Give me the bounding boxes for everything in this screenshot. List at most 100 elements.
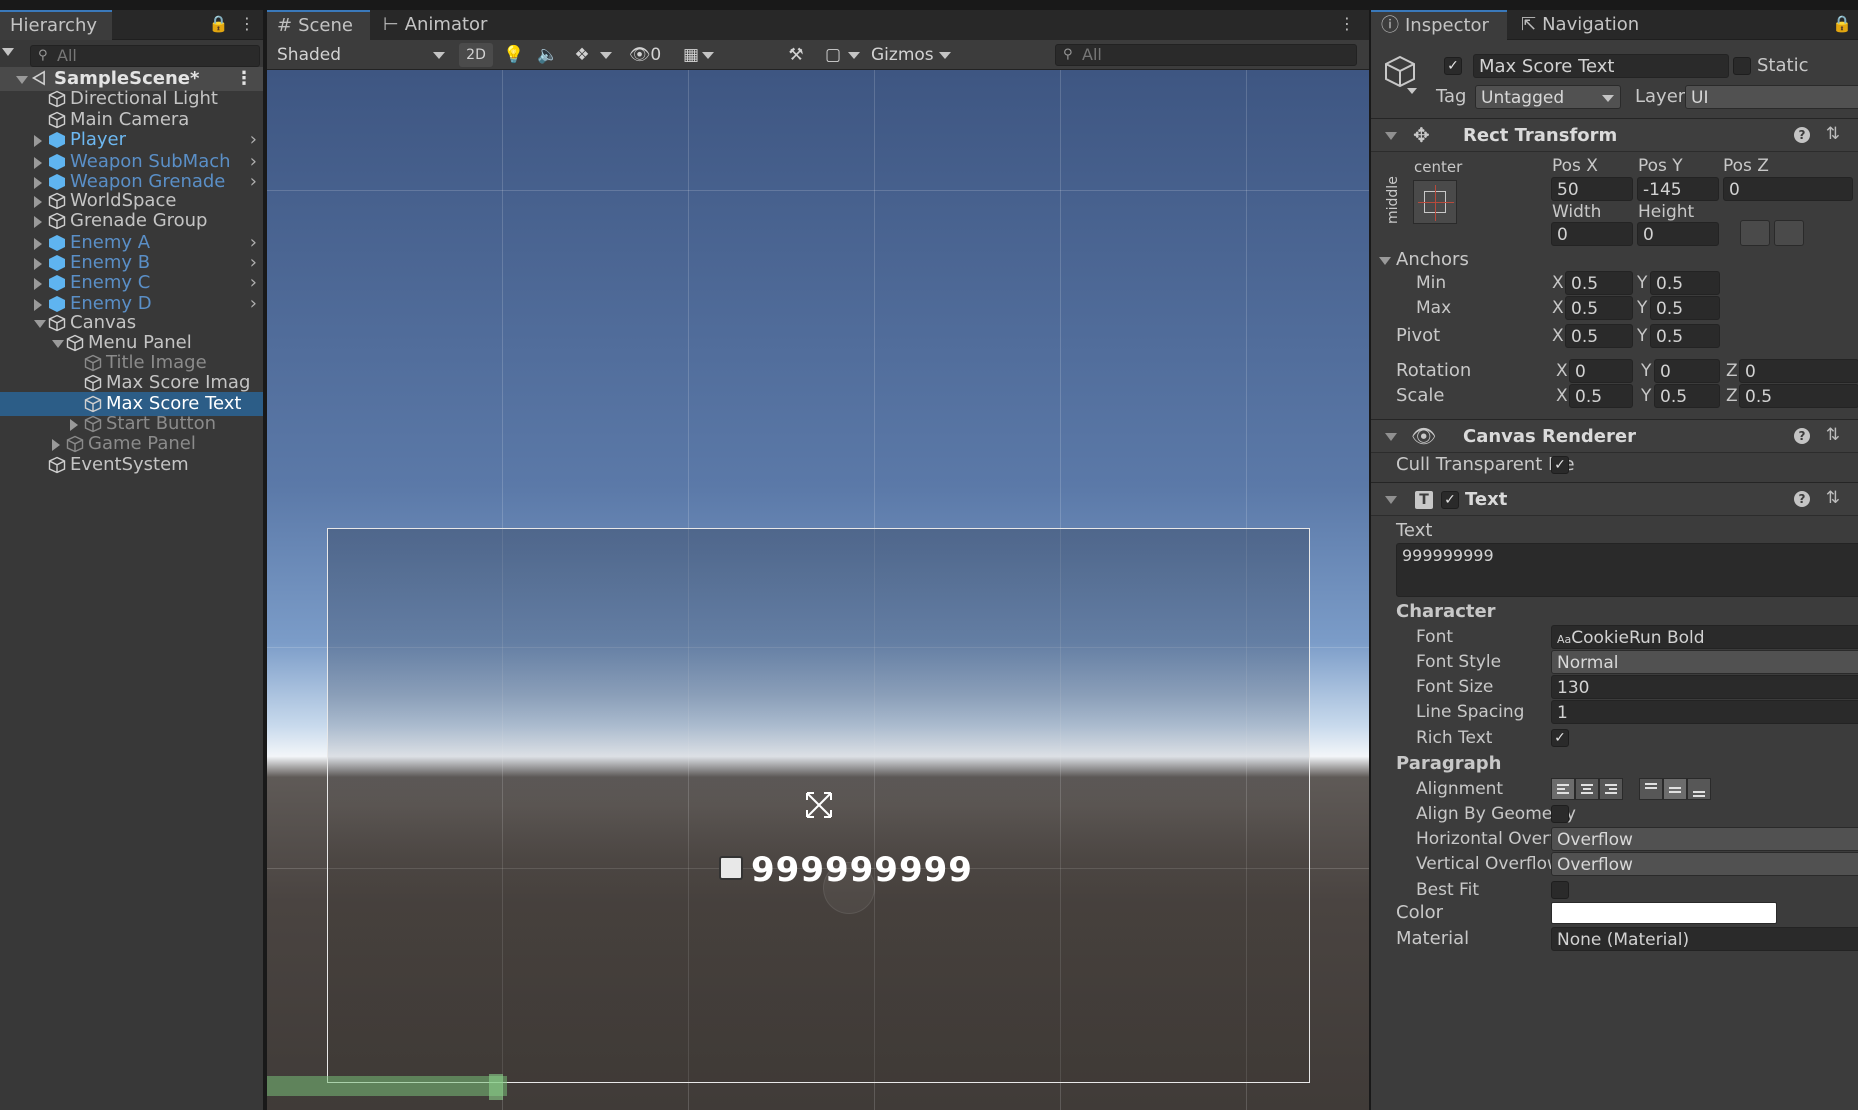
grid-dropdown[interactable] bbox=[699, 43, 717, 67]
foldout-arrow-icon[interactable] bbox=[34, 196, 42, 208]
foldout-arrow-icon[interactable] bbox=[70, 419, 78, 431]
width-field[interactable]: 0 bbox=[1551, 222, 1633, 246]
foldout-arrow-icon[interactable] bbox=[34, 320, 46, 328]
pos-y-field[interactable]: -145 bbox=[1637, 177, 1719, 201]
tab-hierarchy[interactable]: Hierarchy bbox=[0, 10, 112, 40]
best-fit-checkbox[interactable] bbox=[1551, 881, 1569, 899]
component-settings-icon[interactable]: ⇅ bbox=[1826, 124, 1840, 144]
rotation-z-field[interactable]: 0 bbox=[1739, 359, 1858, 383]
align-center-button[interactable] bbox=[1575, 778, 1599, 800]
anchor-max-x-field[interactable]: 0.5 bbox=[1565, 296, 1633, 320]
font-object-field[interactable]: AaCookieRun Bold bbox=[1551, 625, 1858, 649]
hidden-objects-toggle[interactable]: 👁0 bbox=[619, 43, 671, 67]
hierarchy-item[interactable]: EventSystem bbox=[0, 453, 263, 477]
foldout-arrow-icon[interactable] bbox=[34, 177, 42, 189]
shading-mode-dropdown[interactable]: Shaded bbox=[273, 43, 453, 67]
audio-toggle-icon[interactable]: 🔈 bbox=[533, 43, 563, 67]
foldout-arrow-icon[interactable] bbox=[34, 157, 42, 169]
tab-navigation[interactable]: ⇱ Navigation bbox=[1511, 10, 1651, 40]
tab-scene[interactable]: # Scene bbox=[267, 10, 370, 40]
h-overflow-dropdown[interactable]: Overflow bbox=[1551, 827, 1858, 851]
help-icon[interactable]: ? bbox=[1794, 428, 1810, 444]
scale-x-field[interactable]: 0.5 bbox=[1569, 384, 1633, 408]
hierarchy-item[interactable]: Player › bbox=[0, 128, 263, 152]
rotation-x-field[interactable]: 0 bbox=[1569, 359, 1633, 383]
foldout-arrow-icon[interactable] bbox=[1385, 433, 1397, 441]
foldout-arrow-icon[interactable] bbox=[34, 258, 42, 270]
font-size-field[interactable]: 130 bbox=[1551, 675, 1858, 699]
component-settings-icon[interactable]: ⇅ bbox=[1826, 488, 1840, 508]
static-checkbox[interactable] bbox=[1733, 57, 1751, 75]
pos-z-field[interactable]: 0 bbox=[1723, 177, 1853, 201]
create-dropdown-icon[interactable] bbox=[2, 48, 14, 56]
foldout-arrow-icon[interactable] bbox=[16, 76, 28, 84]
foldout-arrow-icon[interactable] bbox=[52, 340, 64, 348]
foldout-arrow-icon[interactable] bbox=[34, 135, 42, 147]
canvas-renderer-header[interactable]: 👁 Canvas Renderer ? ⇅ bbox=[1371, 419, 1858, 453]
object-name-field[interactable]: Max Score Text bbox=[1473, 54, 1729, 78]
foldout-arrow-icon[interactable] bbox=[34, 216, 42, 228]
anchor-min-y-field[interactable]: 0.5 bbox=[1650, 271, 1720, 295]
scale-y-field[interactable]: 0.5 bbox=[1654, 384, 1720, 408]
rotation-y-field[interactable]: 0 bbox=[1654, 359, 1720, 383]
tools-icon[interactable]: ⚒ bbox=[781, 43, 811, 67]
align-geometry-checkbox[interactable] bbox=[1551, 805, 1569, 823]
camera-icon[interactable]: ▢ bbox=[819, 43, 847, 67]
foldout-arrow-icon[interactable] bbox=[52, 439, 60, 451]
scene-search-input[interactable]: ⚲ All bbox=[1055, 44, 1357, 66]
pivot-y-field[interactable]: 0.5 bbox=[1650, 324, 1720, 348]
scene-more-options-icon[interactable]: ⋮ bbox=[1339, 14, 1355, 33]
scene-scrollbar-track[interactable] bbox=[267, 1076, 507, 1096]
text-component-header[interactable]: T ✓ Text ? ⇅ bbox=[1371, 482, 1858, 516]
align-right-button[interactable] bbox=[1599, 778, 1623, 800]
anchor-gizmo-icon[interactable] bbox=[801, 787, 837, 823]
font-style-dropdown[interactable]: Normal bbox=[1551, 650, 1858, 674]
pivot-x-field[interactable]: 0.5 bbox=[1565, 324, 1633, 348]
pos-x-field[interactable]: 50 bbox=[1551, 177, 1633, 201]
hierarchy-item[interactable]: Grenade Group bbox=[0, 209, 263, 233]
scene-scrollbar-handle[interactable] bbox=[489, 1074, 503, 1100]
effects-toggle-icon[interactable]: ❖ bbox=[567, 43, 597, 67]
scale-z-field[interactable]: 0.5 bbox=[1739, 384, 1858, 408]
component-settings-icon[interactable]: ⇅ bbox=[1826, 425, 1840, 445]
foldout-arrow-icon[interactable] bbox=[34, 299, 42, 311]
foldout-arrow-icon[interactable] bbox=[1385, 496, 1397, 504]
toggle-2d-button[interactable]: 2D bbox=[459, 43, 493, 67]
align-top-button[interactable] bbox=[1639, 778, 1663, 800]
inspector-lock-icon[interactable]: 🔒 bbox=[1832, 14, 1852, 33]
gizmos-dropdown[interactable]: Gizmos bbox=[867, 43, 957, 67]
color-field[interactable] bbox=[1551, 902, 1777, 924]
v-overflow-dropdown[interactable]: Overflow bbox=[1551, 852, 1858, 876]
hierarchy-search-input[interactable]: ⚲ All bbox=[30, 45, 260, 67]
anchor-min-x-field[interactable]: 0.5 bbox=[1565, 271, 1633, 295]
help-icon[interactable]: ? bbox=[1794, 491, 1810, 507]
effects-dropdown[interactable] bbox=[597, 43, 615, 67]
help-icon[interactable]: ? bbox=[1794, 127, 1810, 143]
raw-edit-button[interactable] bbox=[1774, 220, 1804, 246]
max-score-image[interactable] bbox=[719, 856, 743, 880]
tab-animator[interactable]: ⊢ Animator bbox=[373, 10, 499, 40]
anchors-foldout-icon[interactable] bbox=[1379, 257, 1391, 265]
blueprint-mode-button[interactable] bbox=[1740, 220, 1770, 246]
anchor-presets-button[interactable] bbox=[1413, 180, 1457, 224]
active-checkbox[interactable]: ✓ bbox=[1444, 57, 1462, 75]
more-options-icon[interactable]: ⋮ bbox=[239, 14, 255, 33]
height-field[interactable]: 0 bbox=[1637, 222, 1719, 246]
align-bottom-button[interactable] bbox=[1687, 778, 1711, 800]
text-enabled-checkbox[interactable]: ✓ bbox=[1441, 491, 1459, 509]
lock-icon[interactable]: 🔒 bbox=[209, 14, 229, 33]
text-content-area[interactable]: 999999999 bbox=[1396, 543, 1858, 597]
max-score-text-preview[interactable]: 999999999 bbox=[751, 850, 973, 890]
align-middle-button[interactable] bbox=[1663, 778, 1687, 800]
line-spacing-field[interactable]: 1 bbox=[1551, 700, 1858, 724]
rich-text-checkbox[interactable]: ✓ bbox=[1551, 729, 1569, 747]
align-left-button[interactable] bbox=[1551, 778, 1575, 800]
foldout-arrow-icon[interactable] bbox=[34, 278, 42, 290]
rect-transform-header[interactable]: ✥ Rect Transform ? ⇅ bbox=[1371, 118, 1858, 152]
chevron-right-icon[interactable]: › bbox=[250, 128, 257, 152]
scene-viewport[interactable]: 999999999 bbox=[267, 70, 1369, 1110]
cull-transparent-checkbox[interactable]: ✓ bbox=[1551, 456, 1569, 474]
foldout-arrow-icon[interactable] bbox=[34, 238, 42, 250]
lighting-toggle-icon[interactable]: 💡 bbox=[499, 43, 529, 67]
anchor-max-y-field[interactable]: 0.5 bbox=[1650, 296, 1720, 320]
